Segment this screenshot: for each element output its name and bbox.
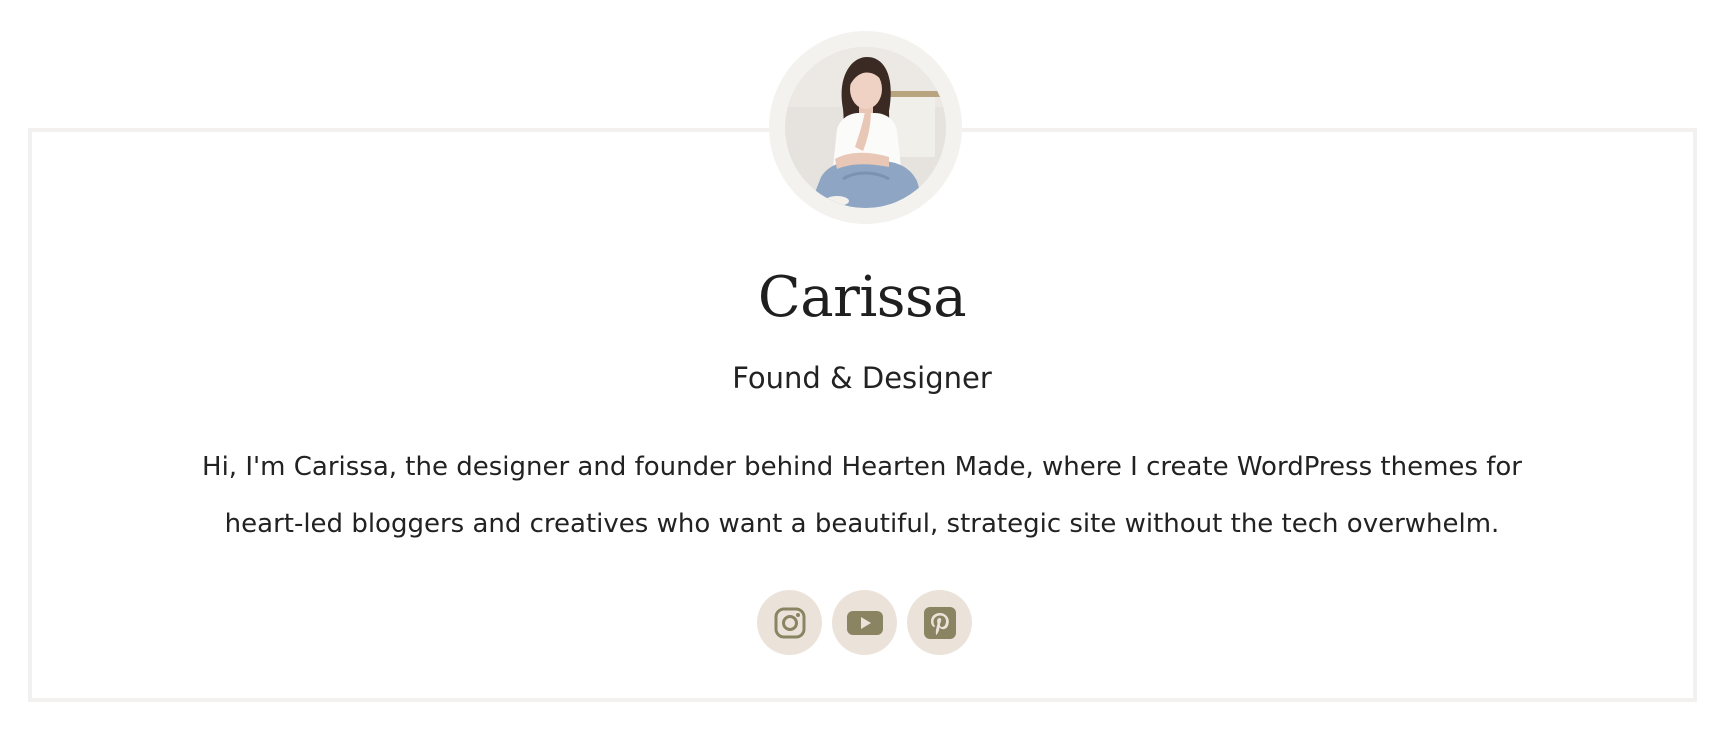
pinterest-link[interactable]: [907, 590, 972, 655]
youtube-link[interactable]: [832, 590, 897, 655]
pinterest-icon: [923, 606, 956, 639]
avatar: [785, 47, 946, 208]
profile-bio: Hi, I'm Carissa, the designer and founde…: [202, 452, 1522, 539]
instagram-link[interactable]: [757, 590, 822, 655]
profile-role: Found & Designer: [732, 361, 992, 395]
youtube-icon: [846, 610, 883, 635]
social-links: [757, 590, 972, 655]
profile-name: Carissa: [757, 265, 967, 330]
avatar-ring: [769, 31, 962, 224]
instagram-icon: [774, 607, 805, 638]
